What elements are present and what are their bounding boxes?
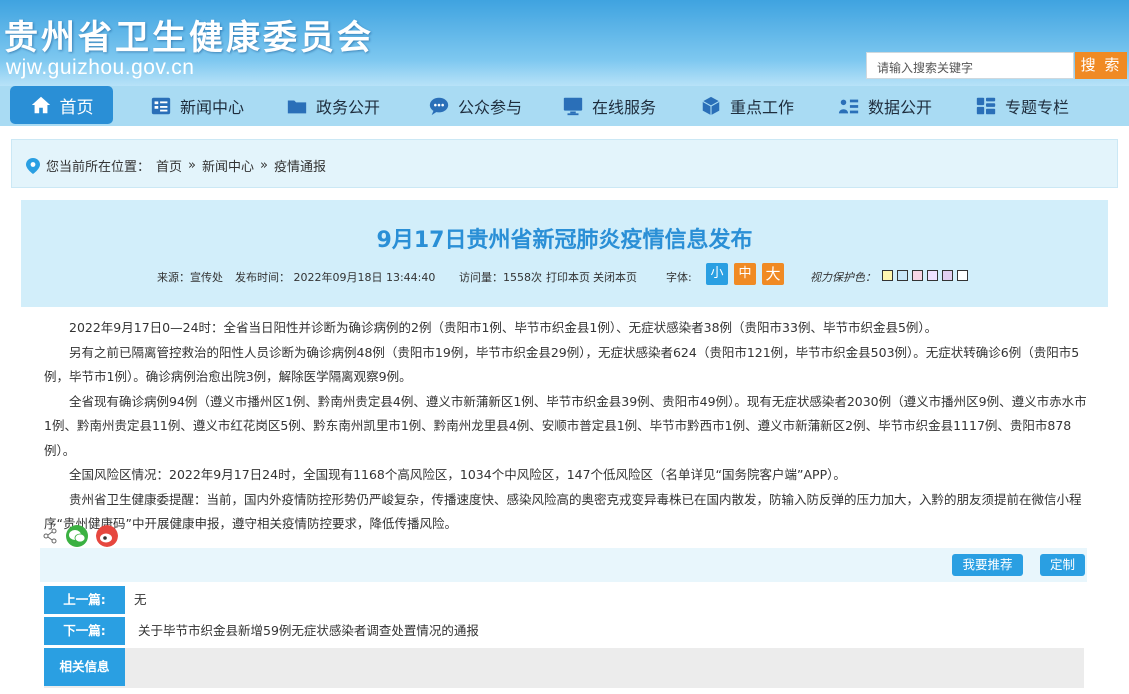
article-paragraph: 全省现有确诊病例94例（遵义市播州区1例、黔南州贵定县4例、遵义市新蒲新区1例、… (44, 393, 1087, 458)
nav-item-service[interactable]: 在线服务 (562, 86, 656, 126)
article-paragraph: 全国风险区情况：2022年9月17日24时，全国现有1168个高风险区，1034… (69, 467, 846, 482)
print-link[interactable]: 打印本页 (546, 269, 590, 285)
article-body: 2022年9月17日0—24时：全省当日阳性并诊断为确诊病例的2例（贵阳市1例、… (44, 316, 1087, 537)
nav-item-label: 重点工作 (730, 98, 795, 117)
font-large-button[interactable]: 大 (762, 263, 784, 285)
nav-item-label: 公众参与 (458, 98, 523, 117)
next-link[interactable]: 关于毕节市织金县新增59例无症状感染者调查处置情况的通报 (138, 617, 479, 645)
breadcrumb-home[interactable]: 首页 (156, 156, 182, 175)
nav-item-label: 在线服务 (592, 98, 657, 117)
related-info-row: 相关信息 (44, 648, 1084, 688)
article-paragraph: 另有之前已隔离管控救治的阳性人员诊断为确诊病例48例（贵阳市19例，毕节市织金县… (44, 344, 1080, 385)
search-button[interactable]: 搜 索 (1075, 52, 1127, 79)
close-link[interactable]: 关闭本页 (593, 269, 637, 285)
eye-swatch-purple[interactable] (942, 270, 953, 281)
nav-item-gov[interactable]: 政务公开 (286, 86, 380, 126)
eye-swatch-yellow[interactable] (882, 270, 893, 281)
font-small-button[interactable]: 小 (706, 263, 728, 285)
share-icon[interactable] (42, 528, 58, 544)
prev-article-row: 上一篇: 无 (44, 586, 1084, 614)
nav-item-label: 政务公开 (316, 98, 381, 117)
data-list-icon (838, 99, 859, 114)
main-nav: 首页 新闻中心 政务公开 公众参与 在线服务 重点工作 数据公开 专题专栏 (0, 86, 1129, 126)
prev-value: 无 (134, 592, 147, 607)
monitor-icon (563, 97, 583, 116)
article-source: 来源：宣传处 (157, 271, 223, 284)
breadcrumb-prefix: 您当前所在位置： (46, 160, 151, 175)
share-bar (42, 525, 118, 547)
folder-icon (287, 100, 307, 114)
subscribe-button[interactable]: 定制 (1040, 554, 1085, 576)
nav-item-label: 新闻中心 (180, 98, 245, 117)
article-views: 访问量：1558次 (459, 271, 542, 284)
next-article-row: 下一篇: 关于毕节市织金县新增59例无症状感染者调查处置情况的通报 (44, 617, 1084, 645)
article-title: 9月17日贵州省新冠肺炎疫情信息发布 (376, 228, 753, 253)
breadcrumb-sep: » (260, 158, 268, 173)
eye-protection-label: 视力保护色： (810, 271, 876, 284)
eye-swatch-lavender[interactable] (927, 270, 938, 281)
site-url: wjw.guizhou.gov.cn (6, 56, 195, 79)
nav-item-keywork[interactable]: 重点工作 (700, 86, 794, 126)
nav-item-label: 专题专栏 (1005, 98, 1070, 117)
breadcrumb-section[interactable]: 新闻中心 (202, 156, 254, 175)
next-label: 下一篇: (44, 617, 125, 645)
breadcrumb-bar: 您当前所在位置： 首页 » 新闻中心 » 疫情通报 (11, 139, 1118, 188)
site-title: 贵州省卫生健康委员会 (4, 18, 374, 58)
nav-item-special[interactable]: 专题专栏 (975, 86, 1069, 126)
nav-item-label: 数据公开 (868, 98, 933, 117)
search-input[interactable]: 请输入搜索关键字 (866, 52, 1074, 79)
prev-label: 上一篇: (44, 586, 125, 614)
breadcrumb: 您当前所在位置： 首页 » 新闻中心 » 疫情通报 (26, 156, 326, 175)
eye-swatch-white[interactable] (957, 270, 968, 281)
home-icon (31, 96, 50, 114)
font-size-label: 字体: (666, 271, 692, 284)
eye-swatch-pink[interactable] (912, 270, 923, 281)
nav-item-public[interactable]: 公众参与 (428, 86, 522, 126)
breadcrumb-current[interactable]: 疫情通报 (274, 156, 326, 175)
chat-bubble-icon (429, 97, 449, 116)
wechat-icon[interactable] (66, 525, 88, 547)
location-pin-icon (26, 157, 40, 174)
news-list-icon (151, 97, 171, 115)
cube-icon (702, 96, 720, 116)
article-header: 9月17日贵州省新冠肺炎疫情信息发布 来源：宣传处 发布时间： 2022年09月… (21, 200, 1108, 307)
nav-item-data[interactable]: 数据公开 (838, 86, 932, 126)
recommend-button[interactable]: 我要推荐 (952, 554, 1023, 576)
article-date: 发布时间： 2022年09月18日 13:44:40 (235, 271, 436, 284)
site-header: 贵州省卫生健康委员会 wjw.guizhou.gov.cn 请输入搜索关键字 搜… (0, 0, 1129, 86)
nav-item-label: 首页 (59, 97, 94, 118)
weibo-icon[interactable] (96, 525, 118, 547)
article-paragraph: 2022年9月17日0—24时：全省当日阳性并诊断为确诊病例的2例（贵阳市1例、… (69, 320, 938, 335)
action-bar: 我要推荐 定制 (40, 548, 1087, 582)
eye-swatch-blue[interactable] (897, 270, 908, 281)
nav-item-news[interactable]: 新闻中心 (150, 86, 244, 126)
font-medium-button[interactable]: 中 (734, 263, 756, 285)
article-paragraph: 贵州省卫生健康委提醒：当前，国内外疫情防控形势仍严峻复杂，传播速度快、感染风险高… (44, 491, 1082, 532)
breadcrumb-sep: » (188, 158, 196, 173)
nav-item-home[interactable]: 首页 (10, 86, 113, 124)
related-label: 相关信息 (44, 648, 125, 686)
grid-icon (976, 97, 996, 115)
